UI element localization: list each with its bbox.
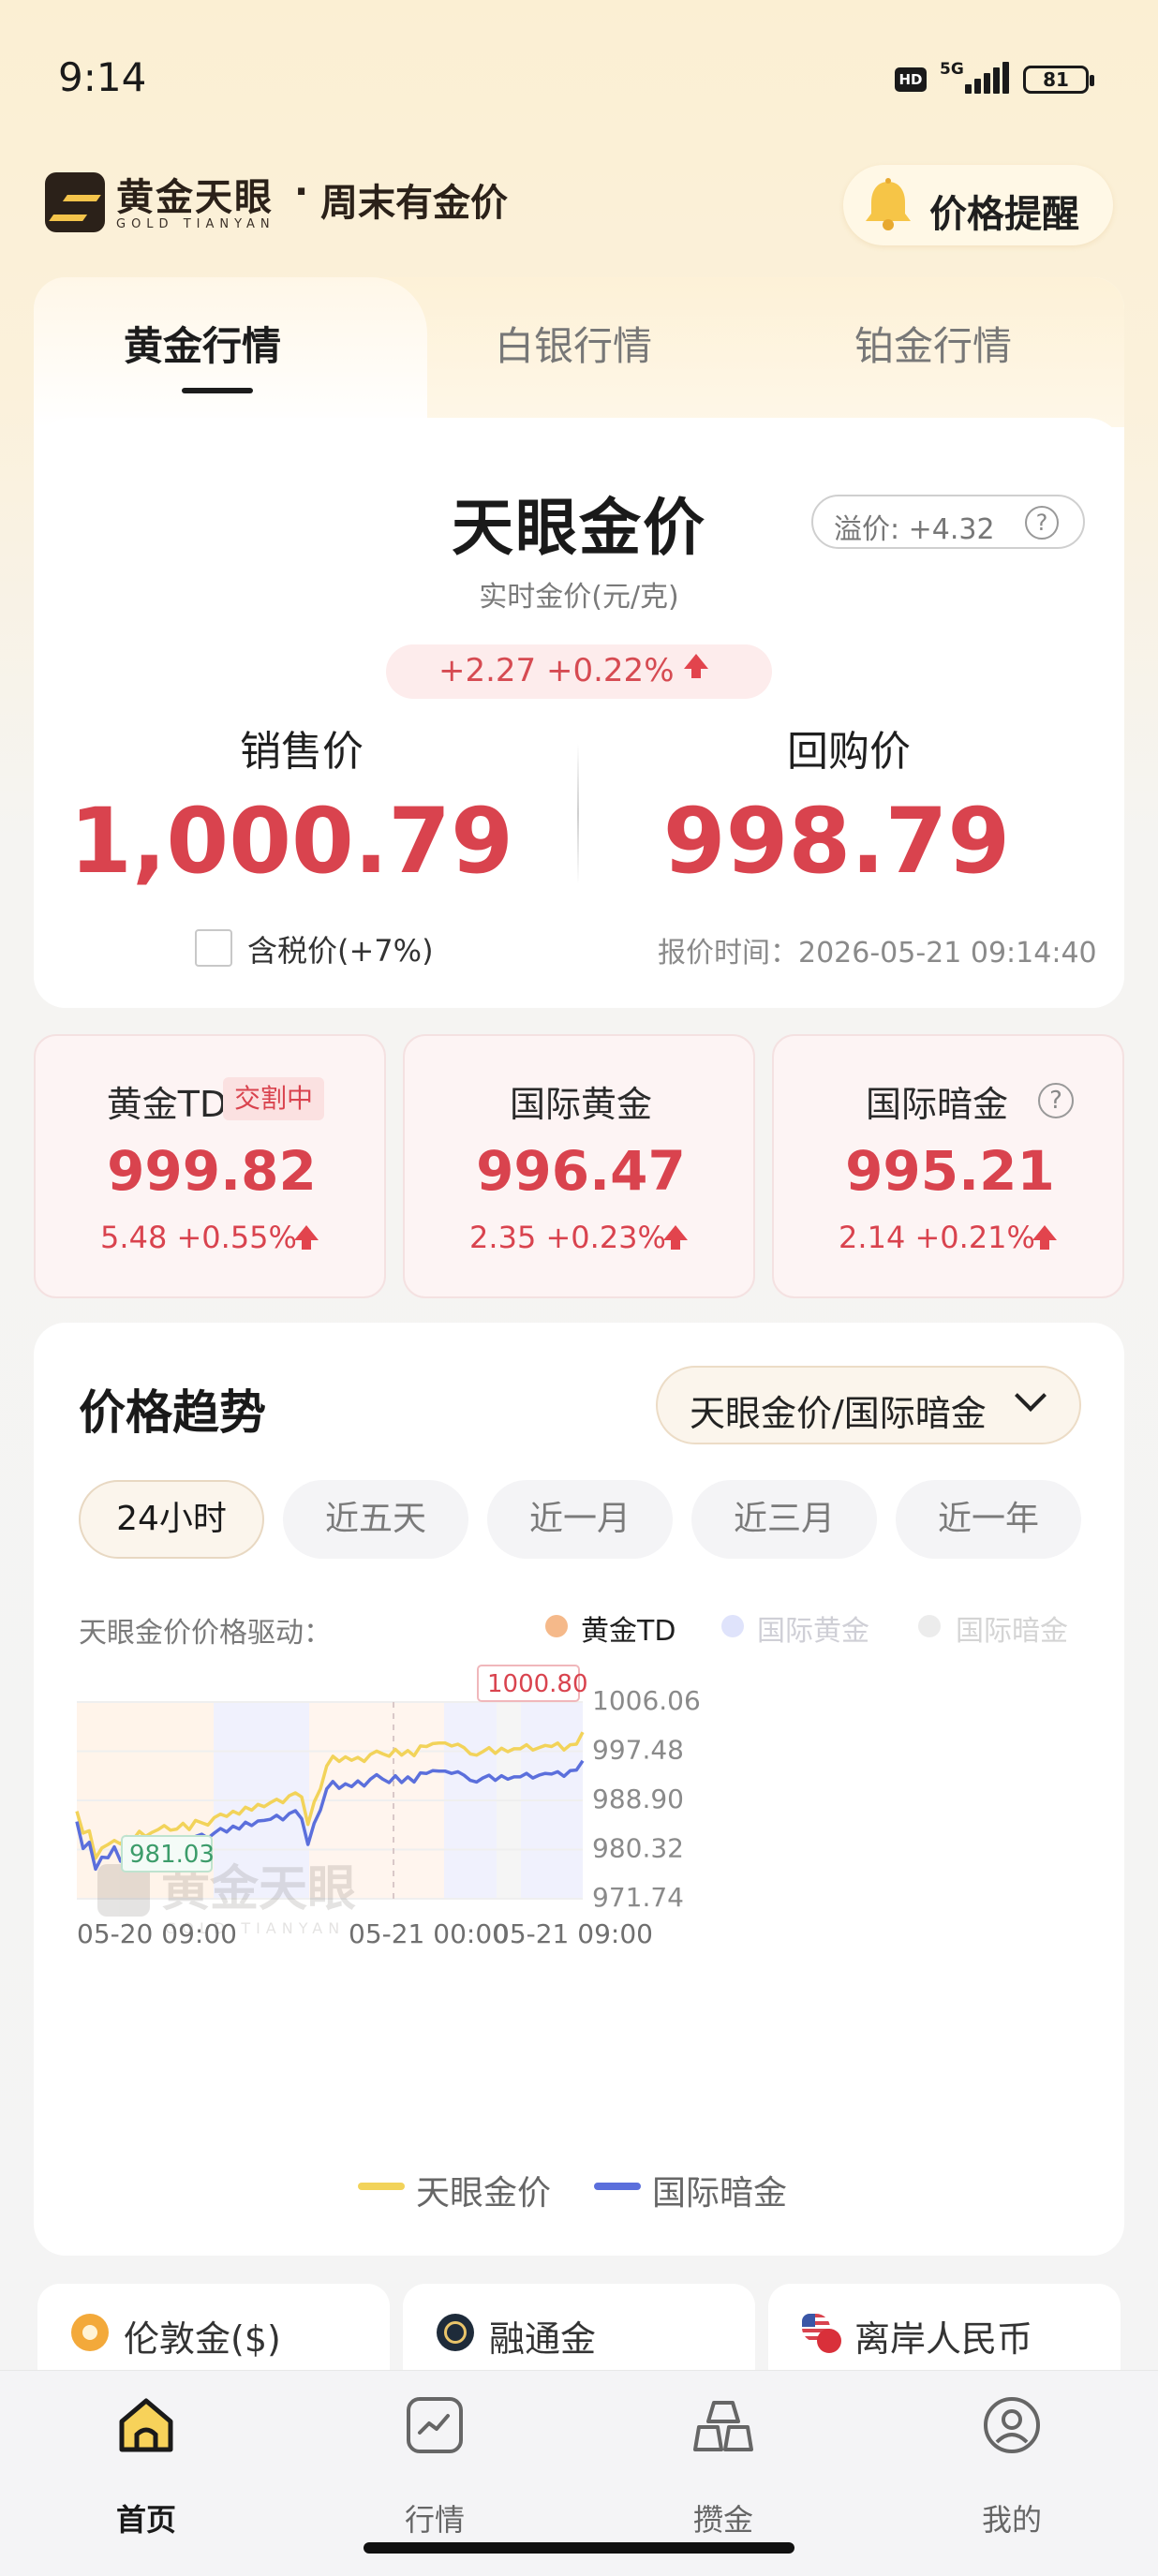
driver-legend-intl-dark-gold[interactable]: 国际暗金 — [956, 1607, 1068, 1649]
driver-legend-intl-gold[interactable]: 国际黄金 — [757, 1607, 869, 1649]
nav-profile-label: 我的 — [981, 2502, 1042, 2538]
trend-selector-value: 天眼金价/国际暗金 — [690, 1393, 987, 1434]
nav-market-label: 行情 — [404, 2502, 465, 2538]
legend-intl-dark-gold[interactable]: 国际暗金 — [652, 2166, 787, 2214]
legend-dot-gold-td — [545, 1615, 568, 1637]
sub-price-name: 国际黄金 — [509, 1084, 652, 1125]
range-1m[interactable]: 近一月 — [487, 1480, 673, 1559]
gold-bars-icon — [693, 2401, 753, 2451]
driver-legend-gold-td[interactable]: 黄金TD — [581, 1607, 676, 1649]
brand-subtitle: GOLD TIANYAN — [116, 217, 275, 231]
max-price-tag: 1000.80 — [477, 1665, 588, 1702]
legend-tianyan-price[interactable]: 天眼金价 — [416, 2166, 551, 2214]
tax-checkbox-label[interactable]: 含税价(+7%) — [247, 927, 434, 970]
premium-info-button[interactable]: 溢价: +4.32 ? — [811, 495, 1085, 549]
tab-silver-market[interactable]: 白银行情 — [495, 315, 652, 372]
sub-price-value: 999.82 — [107, 1139, 317, 1203]
sub-price-card-intl-dark-gold[interactable]: 国际暗金 995.21 2.14 +0.21% — [772, 1034, 1124, 1298]
home-indicator — [364, 2542, 794, 2554]
network-label: 5G — [940, 60, 964, 79]
info-card-label: 离岸人民币 — [854, 2318, 1033, 2360]
legend-line-tianyan — [358, 2183, 405, 2190]
sub-price-change: 2.35 +0.23% — [469, 1220, 666, 1255]
hd-badge: HD — [895, 67, 927, 92]
market-chart-icon — [407, 2397, 463, 2453]
brand-logo-icon — [45, 172, 105, 232]
range-24h[interactable]: 24小时 — [79, 1480, 264, 1559]
y-tick-label: 988.90 — [592, 1784, 684, 1814]
home-icon — [119, 2398, 173, 2452]
brand-separator: · — [294, 170, 309, 214]
info-card-label: 伦敦金($) — [124, 2318, 281, 2360]
brand-slogan: 周末有金价 — [320, 181, 508, 225]
us-flag-icon — [802, 2314, 841, 2353]
legend-dot-intl-gold — [721, 1615, 744, 1637]
price-unit: 实时金价(元/克) — [479, 581, 679, 614]
legend-dot-intl-dark-gold — [918, 1615, 941, 1637]
tax-checkbox[interactable] — [195, 929, 232, 967]
sub-price-change: 2.14 +0.21% — [839, 1220, 1035, 1255]
price-alert-label: 价格提醒 — [929, 193, 1079, 236]
rongtong-gold-icon — [437, 2314, 474, 2351]
info-card-label: 融通金 — [489, 2318, 597, 2360]
y-tick-label: 971.74 — [592, 1882, 684, 1913]
sub-price-card-gold-td[interactable]: 黄金TD 交割中 999.82 5.48 +0.55% — [34, 1034, 386, 1298]
svg-text:981.03: 981.03 — [129, 1841, 215, 1869]
help-icon[interactable]: ? — [1025, 506, 1059, 540]
legend-line-dark-gold — [594, 2183, 641, 2190]
min-price-tag: 981.03 — [121, 1835, 215, 1873]
help-icon[interactable]: ? — [1038, 1083, 1074, 1118]
range-3m[interactable]: 近三月 — [691, 1480, 877, 1559]
nav-save-gold-label: 攒金 — [692, 2502, 753, 2538]
range-5d[interactable]: 近五天 — [283, 1480, 468, 1559]
y-tick-label: 997.48 — [592, 1735, 684, 1766]
brand-name: 黄金天眼 — [116, 175, 274, 219]
up-arrow-icon — [663, 1225, 688, 1250]
delivery-status-badge: 交割中 — [223, 1077, 325, 1120]
x-tick-label: 05-21 09:00 — [493, 1918, 653, 1949]
trend-title: 价格趋势 — [79, 1385, 266, 1440]
sub-price-card-intl-gold[interactable]: 国际黄金 996.47 2.35 +0.23% — [403, 1034, 755, 1298]
sub-price-value: 996.47 — [476, 1139, 686, 1203]
chevron-down-icon — [1015, 1380, 1047, 1412]
sub-price-change: 5.48 +0.55% — [100, 1220, 297, 1255]
tab-platinum-market[interactable]: 铂金行情 — [854, 315, 1012, 372]
profile-icon — [984, 2397, 1040, 2453]
price-change-text: +2.27 +0.22% — [438, 652, 675, 689]
status-time: 9:14 — [58, 54, 147, 100]
nav-home-label: 首页 — [115, 2502, 176, 2538]
price-trend-card: 价格趋势 天眼金价/国际暗金 24小时 近五天 近一月 近三月 近一年 天眼金价… — [34, 1323, 1124, 2256]
svg-text:1000.80: 1000.80 — [487, 1670, 588, 1698]
buy-price-value: 998.79 — [662, 789, 1011, 894]
quote-timestamp: 报价时间：2026-05-21 09:14:40 — [658, 937, 1097, 970]
price-driver-label: 天眼金价价格驱动： — [79, 1617, 332, 1650]
status-bar: 9:14 HD 5G 81 — [0, 0, 1158, 159]
trend-series-selector[interactable]: 天眼金价/国际暗金 — [656, 1366, 1081, 1444]
london-gold-icon — [71, 2314, 109, 2351]
active-tab-indicator — [182, 388, 253, 393]
buy-price-label: 回购价 — [787, 728, 911, 776]
bell-icon — [866, 178, 911, 230]
x-tick-label: 05-21 00:00 — [349, 1918, 509, 1949]
price-alert-button[interactable]: 价格提醒 — [843, 165, 1113, 245]
premium-value: 溢价: +4.32 — [834, 513, 995, 546]
y-tick-label: 980.32 — [592, 1833, 684, 1864]
sub-price-value: 995.21 — [845, 1139, 1055, 1203]
price-trend-chart[interactable]: 黄金天眼 GOLD TIANYAN 1006.06997.48988.90980… — [34, 1660, 1124, 2072]
sell-price-value: 1,000.79 — [69, 789, 513, 894]
y-tick-label: 1006.06 — [592, 1685, 701, 1716]
sell-price-label: 销售价 — [240, 728, 364, 776]
price-change-badge: +2.27 +0.22% — [386, 644, 772, 699]
range-1y[interactable]: 近一年 — [896, 1480, 1081, 1559]
up-arrow-icon — [1032, 1225, 1057, 1250]
up-arrow-icon — [684, 654, 708, 678]
x-tick-label: 05-20 09:00 — [77, 1918, 237, 1949]
signal-icon — [965, 62, 1009, 94]
main-price-card: 黄金行情 白银行情 铂金行情 天眼金价 实时金价(元/克) 溢价: +4.32 … — [34, 277, 1124, 1008]
tab-gold-market[interactable]: 黄金行情 — [124, 315, 281, 372]
up-arrow-icon — [294, 1225, 319, 1250]
price-divider — [577, 744, 579, 884]
battery-icon: 81 — [1023, 66, 1094, 94]
